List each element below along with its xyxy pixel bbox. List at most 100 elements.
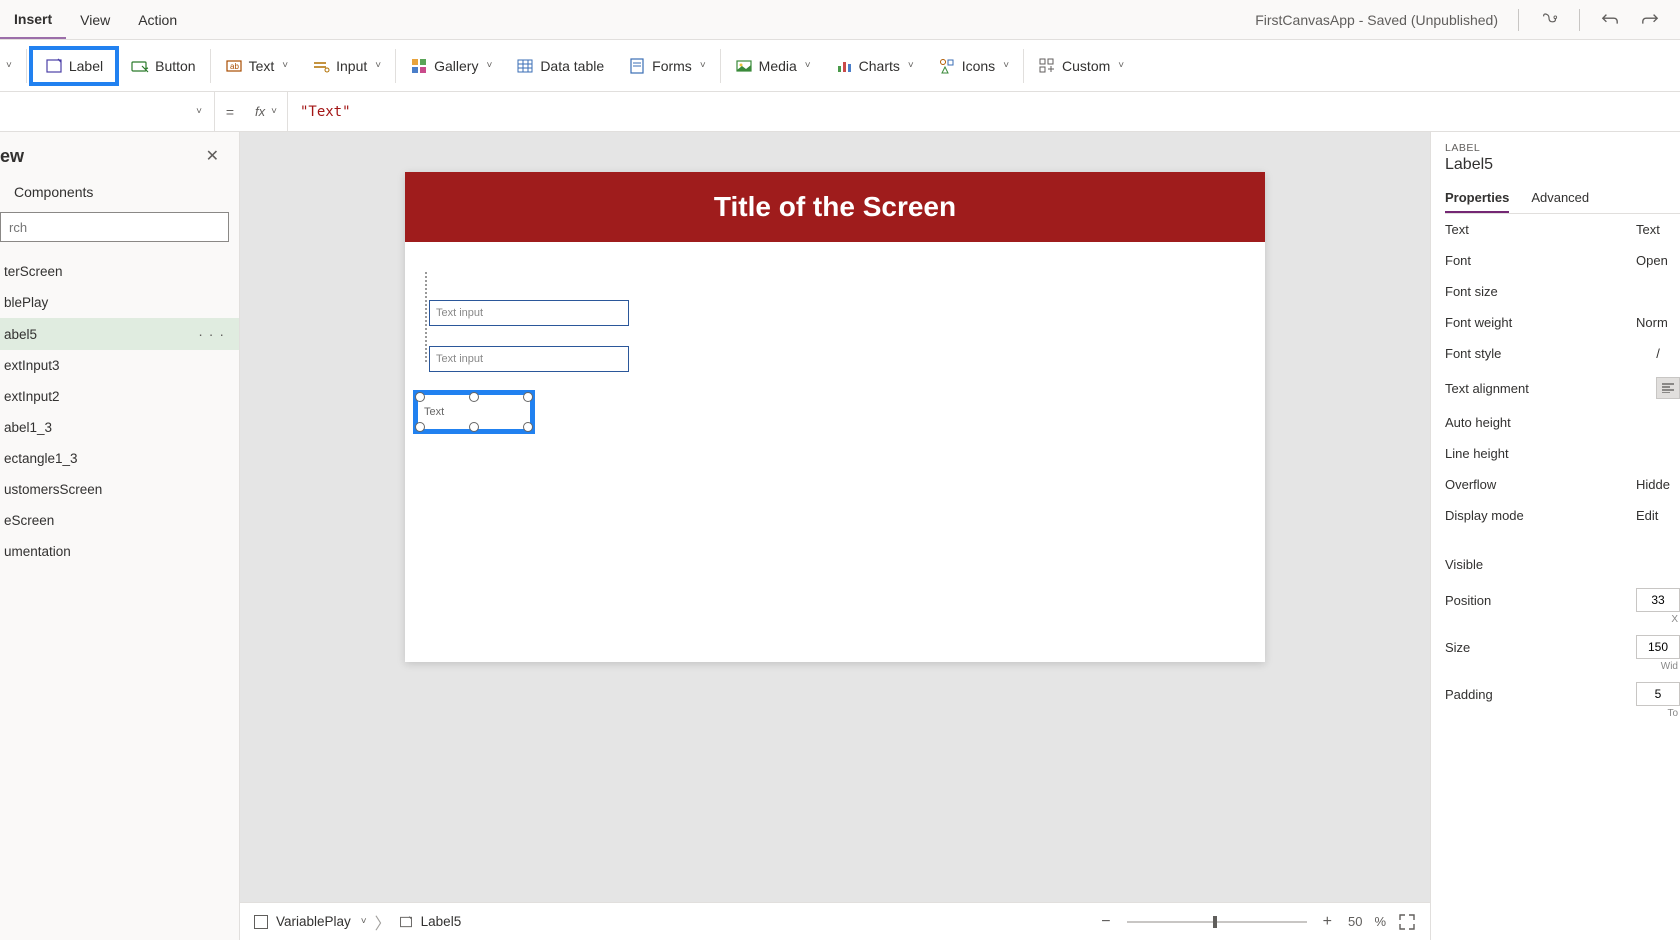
canvas-label-selected[interactable]: Text [413, 390, 535, 434]
prop-input-size-width[interactable] [1636, 635, 1680, 659]
crumb-screen[interactable]: VariablePlay [276, 914, 351, 929]
tree-search[interactable] [0, 212, 229, 242]
prop-sublabel: To [1445, 708, 1680, 719]
menu-view[interactable]: View [66, 0, 124, 39]
tab-properties[interactable]: Properties [1445, 184, 1509, 213]
prop-value-text[interactable]: Text [1636, 222, 1680, 237]
resize-handle[interactable] [415, 392, 425, 402]
menu-action[interactable]: Action [124, 0, 191, 39]
properties-panel: LABEL Label5 Properties Advanced TextTex… [1430, 132, 1680, 940]
gallery-icon [410, 57, 428, 75]
chevron-down-icon: ˅ [6, 60, 12, 71]
formula-bar: ˅ = fx˅ "Text" [0, 92, 1680, 132]
prop-value-fontstyle[interactable]: / [1636, 346, 1680, 361]
zoom-out-button[interactable]: − [1097, 913, 1114, 931]
crumb-control[interactable]: Label5 [421, 914, 462, 929]
tree-item[interactable]: blePlay [0, 287, 239, 318]
ribbon-datatable[interactable]: Data table [504, 46, 616, 86]
tree-tab-components[interactable]: Components [0, 174, 239, 208]
prop-label: Overflow [1445, 477, 1496, 492]
undo-icon[interactable] [1600, 10, 1620, 30]
fullscreen-icon[interactable] [1398, 913, 1416, 931]
close-icon[interactable]: ✕ [198, 142, 227, 170]
tree-item[interactable]: ustomersScreen [0, 474, 239, 505]
icons-icon [938, 57, 956, 75]
tree-item[interactable]: eScreen [0, 505, 239, 536]
prop-value-overflow[interactable]: Hidde [1636, 477, 1680, 492]
zoom-slider[interactable] [1127, 921, 1307, 923]
tree-list: terScreen blePlay abel5· · · extInput3 e… [0, 250, 239, 940]
canvas-area: Title of the Screen Text input Text inpu… [240, 132, 1430, 940]
chevron-down-icon: ˅ [271, 106, 277, 117]
redo-icon[interactable] [1640, 10, 1660, 30]
resize-handle[interactable] [523, 422, 533, 432]
ribbon-label-text: Label [69, 58, 103, 74]
chevron-down-icon: ˅ [196, 106, 202, 117]
canvas-screen[interactable]: Title of the Screen Text input Text inpu… [405, 172, 1265, 662]
alignment-guide [425, 272, 427, 362]
equals-label: = [215, 104, 245, 120]
ribbon-label[interactable]: Label [29, 46, 119, 86]
ribbon-datatable-label: Data table [540, 58, 604, 74]
ribbon-button-text: Button [155, 58, 195, 74]
more-icon[interactable]: · · · [198, 326, 231, 342]
chevron-down-icon: ˅ [908, 60, 914, 71]
ribbon-custom-label: Custom [1062, 58, 1110, 74]
ribbon-button[interactable]: Button [119, 46, 207, 86]
tree-item[interactable]: extInput3 [0, 350, 239, 381]
ribbon-first-truncated[interactable]: ˅ [4, 46, 24, 86]
health-icon[interactable] [1539, 10, 1559, 30]
prop-value-fontweight[interactable]: Norm [1636, 315, 1680, 330]
tree-item[interactable]: extInput2 [0, 381, 239, 412]
resize-handle[interactable] [469, 422, 479, 432]
zoom-in-button[interactable]: + [1319, 913, 1336, 931]
ribbon-forms[interactable]: Forms˅ [616, 46, 718, 86]
prop-value-displaymode[interactable]: Edit [1636, 508, 1680, 523]
prop-label: Text [1445, 222, 1469, 237]
prop-label: Size [1445, 640, 1470, 655]
ribbon-charts[interactable]: Charts˅ [823, 46, 926, 86]
ribbon-icons-label: Icons [962, 58, 995, 74]
ribbon-text[interactable]: ab Text˅ [213, 46, 301, 86]
chevron-down-icon[interactable]: ˅ [361, 916, 367, 927]
property-selector[interactable]: ˅ [0, 92, 215, 131]
tree-item-selected[interactable]: abel5· · · [0, 318, 239, 350]
zoom-value: 50 [1348, 914, 1362, 929]
ribbon-icons[interactable]: Icons˅ [926, 46, 1021, 86]
chevron-down-icon: ˅ [805, 60, 811, 71]
prop-label: Text alignment [1445, 381, 1529, 396]
text-align-left-button[interactable] [1656, 377, 1680, 399]
canvas-text-input[interactable]: Text input [429, 300, 629, 326]
prop-label: Auto height [1445, 415, 1511, 430]
search-input[interactable] [0, 212, 229, 242]
statusbar: VariablePlay ˅ 〉 Label5 − + 50 % [240, 902, 1430, 940]
tree-item[interactable]: terScreen [0, 256, 239, 287]
tree-item[interactable]: umentation [0, 536, 239, 567]
button-icon [131, 57, 149, 75]
prop-label: Font weight [1445, 315, 1512, 330]
label-icon [399, 915, 413, 929]
forms-icon [628, 57, 646, 75]
resize-handle[interactable] [523, 392, 533, 402]
ribbon-custom[interactable]: Custom˅ [1026, 46, 1136, 86]
ribbon-input[interactable]: Input˅ [300, 46, 393, 86]
tree-item[interactable]: ectangle1_3 [0, 443, 239, 474]
prop-label: Line height [1445, 446, 1509, 461]
chevron-down-icon: ˅ [486, 60, 492, 71]
ribbon-media[interactable]: Media ˅ [723, 46, 823, 86]
breadcrumb: VariablePlay ˅ 〉 Label5 [254, 910, 461, 934]
prop-value-font[interactable]: Open [1636, 253, 1680, 268]
menu-insert[interactable]: Insert [0, 0, 66, 39]
canvas-text-input[interactable]: Text input [429, 346, 629, 372]
formula-input[interactable]: "Text" [288, 104, 1680, 120]
tree-item[interactable]: abel1_3 [0, 412, 239, 443]
prop-input-padding-top[interactable] [1636, 682, 1680, 706]
tab-advanced[interactable]: Advanced [1531, 184, 1589, 213]
resize-handle[interactable] [415, 422, 425, 432]
app-title: FirstCanvasApp - Saved (Unpublished) [1255, 12, 1498, 28]
ribbon-gallery[interactable]: Gallery˅ [398, 46, 504, 86]
ribbon-media-label: Media [759, 58, 797, 74]
prop-input-position-x[interactable] [1636, 588, 1680, 612]
resize-handle[interactable] [469, 392, 479, 402]
fx-button[interactable]: fx˅ [245, 92, 288, 131]
